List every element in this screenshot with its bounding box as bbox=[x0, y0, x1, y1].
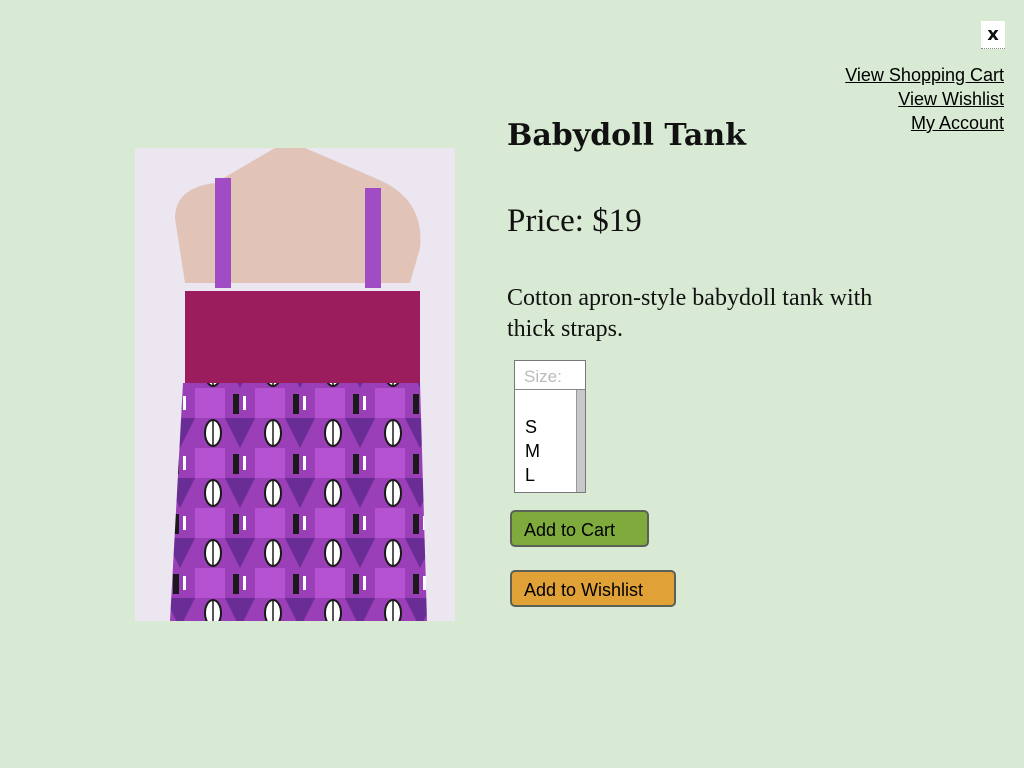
product-price: Price: $19 bbox=[507, 203, 642, 239]
size-option-s[interactable]: S bbox=[525, 415, 540, 439]
size-option-l[interactable]: L bbox=[525, 463, 540, 487]
size-select[interactable]: Size: S M L bbox=[514, 360, 586, 493]
view-shopping-cart-link[interactable]: View Shopping Cart bbox=[845, 63, 1004, 87]
size-scrollbar[interactable] bbox=[576, 390, 585, 492]
close-button[interactable]: x bbox=[981, 21, 1005, 49]
product-photo bbox=[135, 148, 455, 621]
size-options: S M L bbox=[525, 415, 540, 487]
size-placeholder: Size: bbox=[524, 367, 562, 386]
add-to-cart-button[interactable]: Add to Cart bbox=[510, 510, 649, 547]
add-to-wishlist-button[interactable]: Add to Wishlist bbox=[510, 570, 676, 607]
product-page: x View Shopping Cart View Wishlist My Ac… bbox=[0, 0, 1024, 768]
my-account-link[interactable]: My Account bbox=[845, 111, 1004, 135]
size-option-m[interactable]: M bbox=[525, 439, 540, 463]
size-divider bbox=[515, 389, 585, 390]
view-wishlist-link[interactable]: View Wishlist bbox=[845, 87, 1004, 111]
product-title: Babydoll Tank bbox=[507, 118, 746, 153]
product-photo-illustration bbox=[135, 148, 455, 621]
product-description: Cotton apron-style babydoll tank with th… bbox=[507, 285, 873, 342]
account-links: View Shopping Cart View Wishlist My Acco… bbox=[845, 63, 1004, 135]
